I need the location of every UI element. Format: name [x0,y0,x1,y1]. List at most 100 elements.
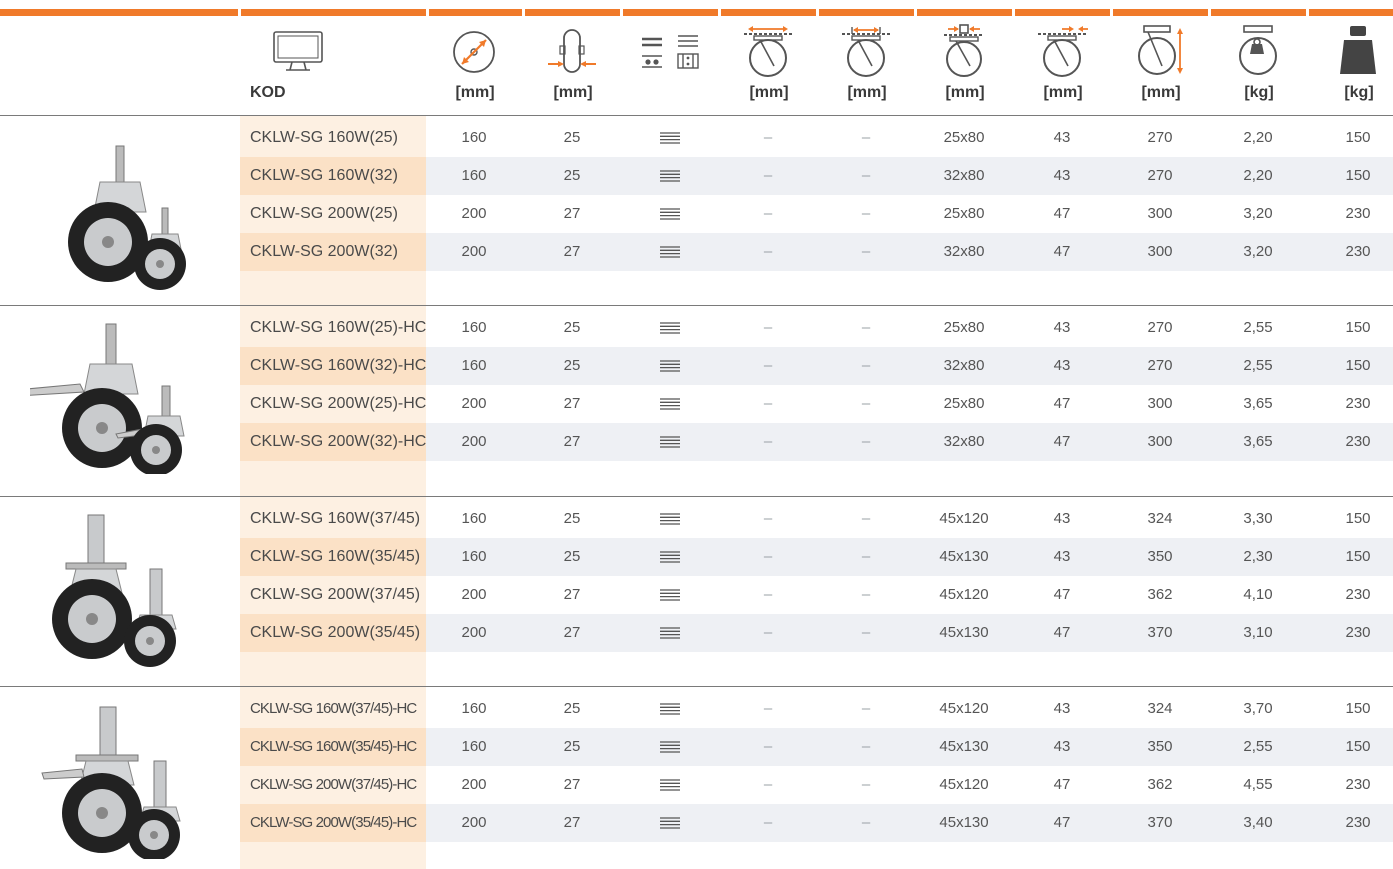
cell-offset: 43 [1053,510,1071,527]
cell-b: – [861,205,871,222]
cell-h: 370 [1147,624,1173,641]
cell-h: 270 [1147,357,1173,374]
cell-kg: 3,40 [1243,814,1273,831]
bar-divider [1110,9,1113,16]
table-row: CKLW-SG 160W(35/45) 160 25 – – 45x130 43 350 2,3… [240,538,1393,576]
cell-kg: 2,30 [1243,548,1273,565]
product-table-page: KOD [mm] [mm] [mm] [mm] [mm] [mm] [mm] [… [0,0,1393,869]
product-code: CKLW-SG 160W(25) [250,129,398,146]
cell-d: 160 [461,738,487,755]
cell-w: 25 [563,510,581,527]
cell-b: – [861,167,871,184]
cell-h: 350 [1147,738,1173,755]
lines-icon [635,538,705,576]
product-code: CKLW-SG 160W(35/45) [240,538,426,576]
table-row: CKLW-SG 200W(25) 200 27 – – 25x80 47 300 3,20 230 [240,195,1393,233]
cell-kg: 3,70 [1243,700,1273,717]
wheel-diameter-icon [444,22,504,78]
product-code: CKLW-SG 200W(32) [240,233,426,271]
cell-a: – [763,814,773,831]
cell-stem: 25x80 [943,395,985,412]
cell-load: 230 [1345,776,1371,793]
cell-offset: 47 [1053,776,1071,793]
caster-swivel-stem [30,132,230,292]
cell-b: – [861,395,871,412]
lines-icon [635,195,705,233]
cell-load: 230 [1345,624,1371,641]
product-code: CKLW-SG 200W(35/45)-HC [240,804,426,842]
cell-a: – [763,624,773,641]
cell-d: 160 [461,167,487,184]
cell-b: – [861,548,871,565]
table-row: CKLW-SG 160W(32) 160 25 – – 32x80 43 270 2,20 150 [240,157,1393,195]
cell-h: 362 [1147,586,1173,603]
cell-a: – [763,167,773,184]
table-row: CKLW-SG 160W(37/45)-HC 160 25 – – 45x120 43 324… [240,690,1393,728]
table-row: CKLW-SG 200W(25)-HC 200 27 – – 25x80 47 300 3,65… [240,385,1393,423]
cell-kg: 3,20 [1243,205,1273,222]
product-code: CKLW-SG 160W(25)-HC [250,319,427,336]
product-code: CKLW-SG 200W(25)-HC [250,395,427,412]
group-divider [0,496,1393,497]
units-row: KOD [mm] [mm] [mm] [mm] [mm] [mm] [mm] [… [0,84,1393,112]
cell-offset: 43 [1053,129,1071,146]
unit-label: [mm] [455,84,495,101]
wheel-width-icon [542,22,602,78]
cell-kg: 3,65 [1243,395,1273,412]
cell-a: – [763,243,773,260]
cell-d: 160 [461,700,487,717]
plate-size-icon [738,22,798,78]
cell-stem: 45x120 [939,586,989,603]
cell-offset: 47 [1053,814,1071,831]
cell-kg: 3,10 [1243,624,1273,641]
cell-d: 160 [461,510,487,527]
cell-a: – [763,357,773,374]
code-column-label: KOD [250,84,286,101]
cell-stem: 32x80 [943,167,985,184]
cell-kg: 4,10 [1243,586,1273,603]
overall-height-icon [1130,22,1190,78]
bar-divider [620,9,623,16]
bar-divider [1012,9,1015,16]
cell-a: – [763,395,773,412]
cell-kg: 3,20 [1243,243,1273,260]
cell-stem: 45x120 [939,510,989,527]
cell-w: 27 [563,624,581,641]
cell-kg: 2,55 [1243,319,1273,336]
table-row: CKLW-SG 200W(32) 200 27 – – 32x80 47 300 3,20 230 [240,233,1393,271]
cell-h: 270 [1147,129,1173,146]
cell-offset: 47 [1053,586,1071,603]
cell-kg: 2,20 [1243,167,1273,184]
cell-a: – [763,319,773,336]
cell-a: – [763,205,773,222]
unit-label: [mm] [847,84,887,101]
table-row: CKLW-SG 200W(37/45) 200 27 – – 45x120 47 362 4,1… [240,576,1393,614]
product-code: CKLW-SG 160W(37/45) [250,510,421,527]
cell-load: 230 [1345,586,1371,603]
cell-stem: 25x80 [943,205,985,222]
monitor-icon [268,22,328,78]
cell-h: 300 [1147,395,1173,412]
product-code: CKLW-SG 160W(35/45)-HC [240,728,426,766]
cell-kg: 2,20 [1243,129,1273,146]
cell-offset: 43 [1053,167,1071,184]
product-code: CKLW-SG 200W(37/45)-HC [250,776,417,793]
cell-w: 25 [563,548,581,565]
cell-a: – [763,586,773,603]
header-icon-row [0,16,1393,80]
cell-w: 27 [563,205,581,222]
cell-offset: 47 [1053,433,1071,450]
cell-stem: 32x80 [943,357,985,374]
bar-divider [1306,9,1309,16]
cell-offset: 47 [1053,243,1071,260]
cell-a: – [763,776,773,793]
cell-stem: 45x120 [939,776,989,793]
unit-label: [mm] [1141,84,1181,101]
cell-h: 324 [1147,510,1173,527]
lines-icon [635,157,705,195]
bar-divider [522,9,525,16]
lines-icon [635,423,705,461]
cell-h: 300 [1147,433,1173,450]
cell-d: 160 [461,548,487,565]
load-capacity-icon [1328,22,1388,78]
